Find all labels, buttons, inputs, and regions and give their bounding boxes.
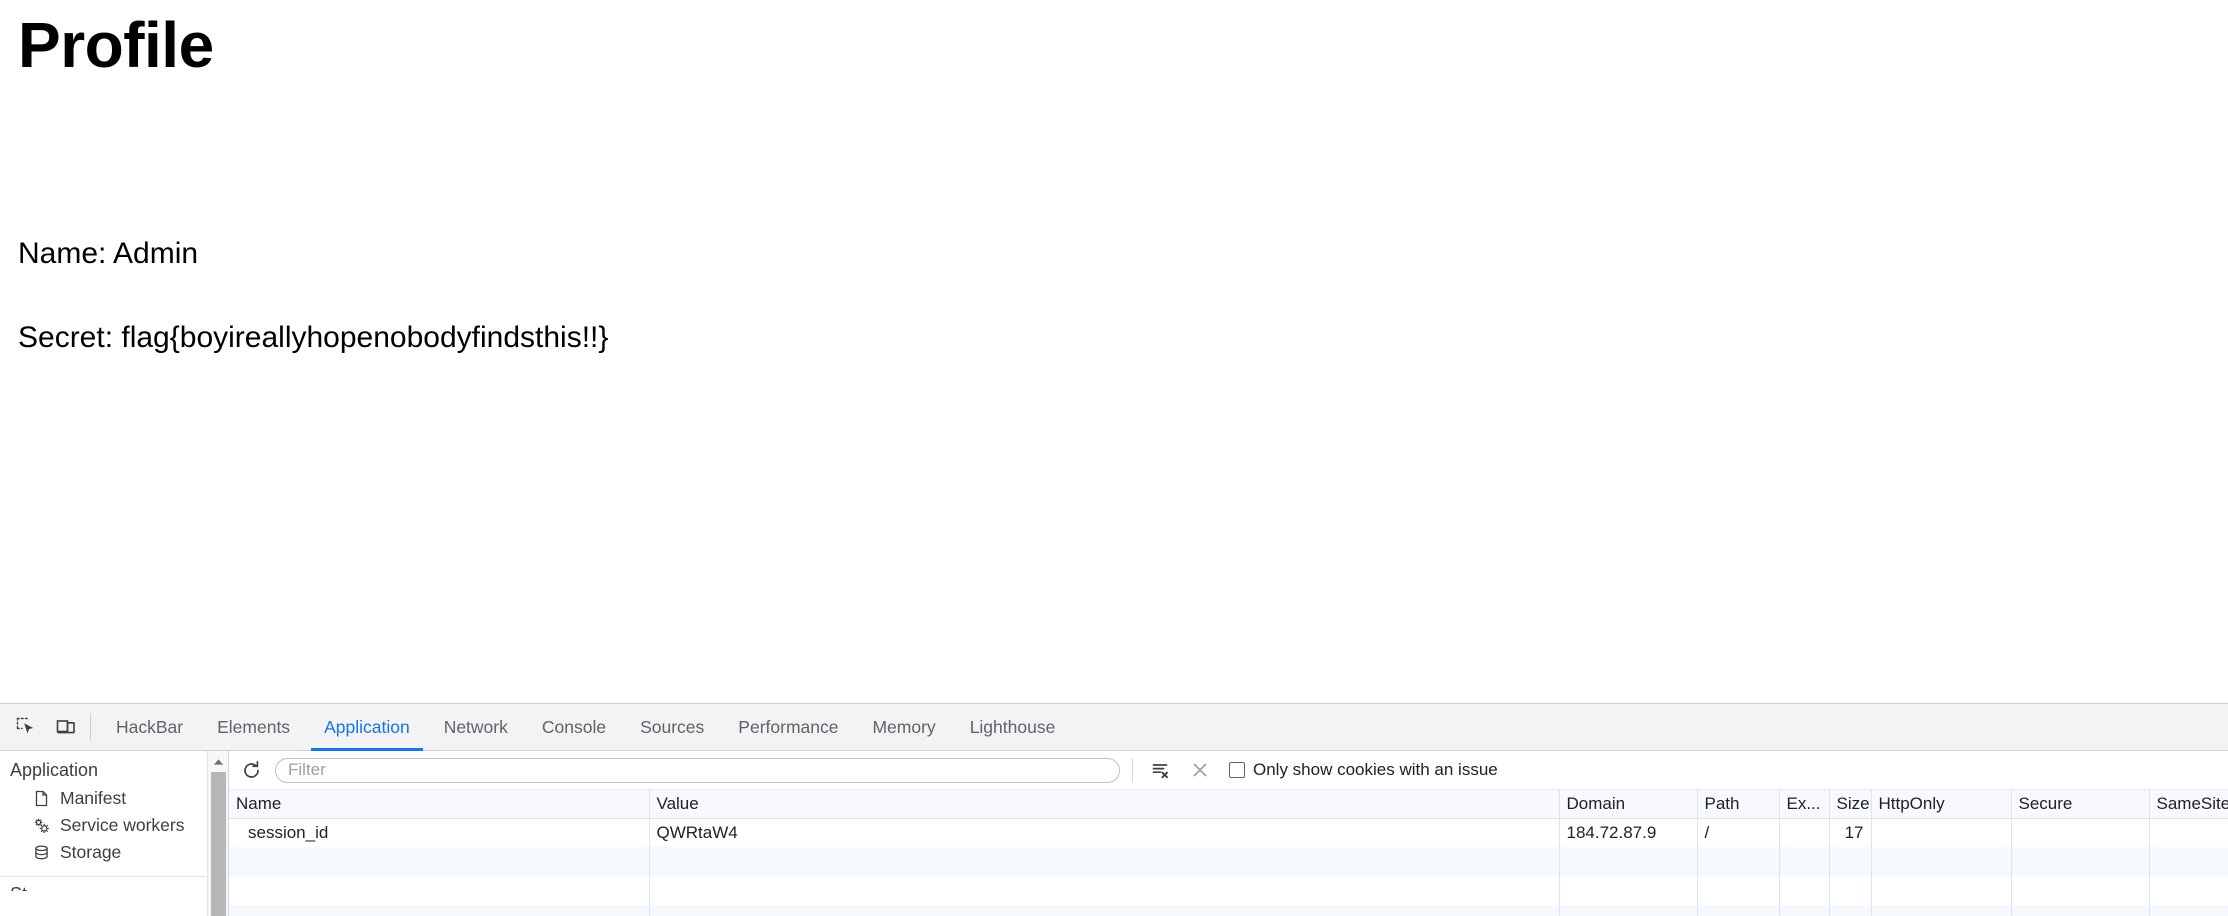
scrollbar-thumb[interactable] xyxy=(211,772,226,916)
table-row-empty[interactable] xyxy=(229,876,2228,905)
cell-empty xyxy=(1871,876,2012,905)
cell-httponly xyxy=(1871,818,2012,847)
web-page-content: Profile Name: Admin Secret: flag{boyirea… xyxy=(0,0,2228,703)
cell-empty xyxy=(1559,876,1698,905)
sidebar-item-manifest[interactable]: Manifest xyxy=(0,785,228,812)
sidebar-item-label: Storage xyxy=(60,842,122,862)
scroll-up-arrow-icon[interactable] xyxy=(208,751,228,772)
only-show-issues-label: Only show cookies with an issue xyxy=(1253,760,1498,779)
tab-lighthouse[interactable]: Lighthouse xyxy=(953,704,1073,751)
database-icon xyxy=(32,843,51,862)
cell-empty xyxy=(1779,876,1830,905)
devtools-tab-bar: HackBar Elements Application Network Con… xyxy=(0,704,2228,751)
table-row-empty[interactable] xyxy=(229,847,2228,876)
tab-application[interactable]: Application xyxy=(307,704,427,751)
cell-empty xyxy=(229,876,650,905)
cell-name: session_id xyxy=(229,818,650,847)
tab-memory[interactable]: Memory xyxy=(855,704,952,751)
column-header-size[interactable]: Size xyxy=(1829,790,1872,819)
cookies-table-container[interactable]: Name Value Domain Path Ex... Size HttpOn… xyxy=(229,790,2228,916)
cell-size: 17 xyxy=(1829,818,1872,847)
profile-name-text: Name: Admin xyxy=(18,236,199,270)
cookies-table: Name Value Domain Path Ex... Size HttpOn… xyxy=(229,790,2228,916)
clear-filter-icon[interactable] xyxy=(1145,756,1175,784)
sidebar-item-storage[interactable]: Storage xyxy=(0,839,228,866)
devtools-body: Application Manifest Service workers Sto… xyxy=(0,751,2228,916)
column-header-domain[interactable]: Domain xyxy=(1559,790,1698,819)
sidebar-section-application: Application xyxy=(10,760,99,780)
cell-empty xyxy=(649,847,1560,876)
cell-empty xyxy=(1829,876,1872,905)
column-header-httponly[interactable]: HttpOnly xyxy=(1871,790,2012,819)
cell-empty xyxy=(2149,847,2228,876)
cell-empty xyxy=(1697,905,1780,916)
application-sidebar: Application Manifest Service workers Sto… xyxy=(0,751,228,916)
sidebar-scrollbar[interactable] xyxy=(207,751,228,916)
column-header-name[interactable]: Name xyxy=(229,790,650,819)
sidebar-item-label: Service workers xyxy=(60,815,185,835)
inspect-element-icon[interactable] xyxy=(6,707,46,747)
tab-hackbar[interactable]: HackBar xyxy=(99,704,200,751)
cell-empty xyxy=(1697,847,1780,876)
cell-empty xyxy=(1559,847,1698,876)
table-row[interactable]: session_id QWRtaW4 184.72.87.9 / 17 xyxy=(229,818,2228,847)
sidebar-item-label: Manifest xyxy=(60,788,127,808)
cookies-panel: Only show cookies with an issue xyxy=(228,751,2228,916)
column-header-samesite[interactable]: SameSite xyxy=(2149,790,2228,819)
cell-empty xyxy=(2149,905,2228,916)
profile-secret-text: Secret: flag{boyireallyhopenobodyfindsth… xyxy=(18,320,609,354)
sidebar-section-storage-partial: St xyxy=(0,877,228,891)
cell-empty xyxy=(2011,876,2150,905)
cell-empty xyxy=(2011,905,2150,916)
tab-elements[interactable]: Elements xyxy=(200,704,307,751)
tab-network[interactable]: Network xyxy=(427,704,525,751)
table-header-row: Name Value Domain Path Ex... Size HttpOn… xyxy=(229,790,2228,819)
cookies-toolbar: Only show cookies with an issue xyxy=(229,751,2228,790)
cell-empty xyxy=(1829,905,1872,916)
cell-path: / xyxy=(1697,818,1780,847)
cell-empty xyxy=(649,876,1560,905)
cell-empty xyxy=(1779,905,1830,916)
sidebar-item-service-workers[interactable]: Service workers xyxy=(0,812,228,839)
device-toolbar-icon[interactable] xyxy=(46,707,86,747)
toolbar-divider xyxy=(90,713,91,741)
cell-empty xyxy=(649,905,1560,916)
cell-empty xyxy=(1871,847,2012,876)
only-show-issues-checkbox[interactable]: Only show cookies with an issue xyxy=(1229,760,1498,780)
tab-performance[interactable]: Performance xyxy=(721,704,855,751)
cell-empty xyxy=(1779,847,1830,876)
cell-expires xyxy=(1779,818,1830,847)
cell-empty xyxy=(1559,905,1698,916)
cell-secure xyxy=(2011,818,2150,847)
column-header-path[interactable]: Path xyxy=(1697,790,1780,819)
cell-empty xyxy=(1829,847,1872,876)
clear-all-cookies-icon[interactable] xyxy=(1185,756,1215,784)
filter-input[interactable] xyxy=(275,757,1120,783)
cell-empty xyxy=(229,847,650,876)
cell-value: QWRtaW4 xyxy=(649,818,1560,847)
devtools-panel: HackBar Elements Application Network Con… xyxy=(0,703,2228,916)
column-header-secure[interactable]: Secure xyxy=(2011,790,2150,819)
cell-empty xyxy=(2011,847,2150,876)
devtools-tabs: HackBar Elements Application Network Con… xyxy=(99,704,1072,751)
cell-empty xyxy=(2149,876,2228,905)
cell-domain: 184.72.87.9 xyxy=(1559,818,1698,847)
cell-empty xyxy=(229,905,650,916)
checkbox-box-icon[interactable] xyxy=(1229,762,1245,778)
column-header-expires[interactable]: Ex... xyxy=(1779,790,1830,819)
document-icon xyxy=(32,789,51,808)
cell-empty xyxy=(1871,905,2012,916)
tab-sources[interactable]: Sources xyxy=(623,704,721,751)
table-row-empty[interactable] xyxy=(229,905,2228,916)
column-header-value[interactable]: Value xyxy=(649,790,1560,819)
gears-icon xyxy=(32,816,51,835)
cell-samesite xyxy=(2149,818,2228,847)
tab-console[interactable]: Console xyxy=(525,704,623,751)
refresh-icon[interactable] xyxy=(237,756,265,784)
cell-empty xyxy=(1697,876,1780,905)
page-title: Profile xyxy=(18,9,214,81)
toolbar-divider xyxy=(1132,758,1133,782)
